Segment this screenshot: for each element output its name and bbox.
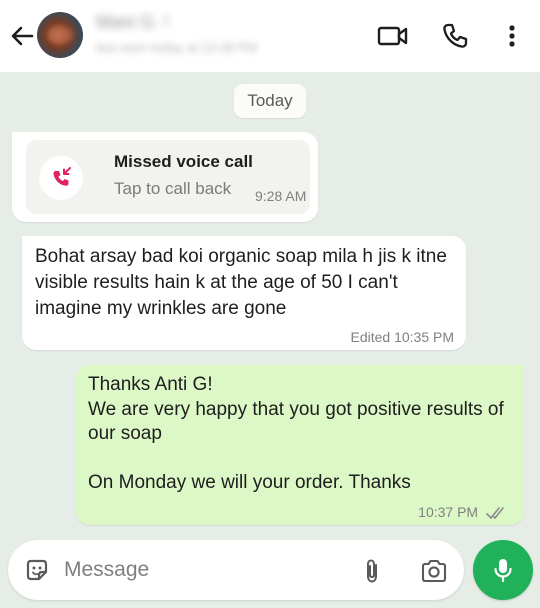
chat-header: Mani G. ! last seen today at 10:38 PM: [0, 0, 540, 72]
message-text: Bohat arsay bad koi organic soap mila h …: [35, 246, 447, 319]
message-input[interactable]: [64, 552, 344, 588]
message-timestamp: 9:28 AM: [255, 188, 307, 204]
message-composer: [8, 540, 464, 600]
attach-button[interactable]: [360, 557, 384, 585]
incoming-message[interactable]: Bohat arsay bad koi organic soap mila h …: [22, 236, 466, 350]
microphone-icon: [494, 559, 512, 583]
more-options-button[interactable]: [500, 22, 524, 50]
back-button[interactable]: [8, 22, 36, 50]
message-meta: 10:37 PM: [418, 504, 508, 520]
camera-button[interactable]: [420, 558, 448, 584]
contact-status: last seen today at 10:38 PM: [96, 40, 258, 55]
more-vertical-icon: [509, 25, 515, 47]
sticker-icon: [26, 559, 48, 581]
missed-call-subtitle[interactable]: Tap to call back: [114, 179, 231, 199]
outgoing-message[interactable]: Thanks Anti G! We are very happy that yo…: [76, 365, 524, 525]
arrow-left-icon: [11, 26, 34, 46]
voice-message-button[interactable]: [473, 540, 533, 600]
voice-call-button[interactable]: [440, 21, 470, 51]
avatar[interactable]: [37, 12, 83, 58]
paperclip-icon: [367, 559, 377, 583]
sticker-button[interactable]: [24, 557, 50, 583]
missed-call-icon: [53, 167, 71, 186]
video-call-button[interactable]: [376, 22, 410, 50]
missed-call-message[interactable]: Missed voice call Tap to call back 9:28 …: [12, 132, 318, 222]
video-call-icon: [377, 26, 408, 46]
message-line: Thanks Anti G!: [88, 374, 213, 395]
missed-call-card[interactable]: Missed voice call Tap to call back 9:28 …: [26, 140, 310, 214]
camera-icon: [421, 559, 447, 583]
message-line: We are very happy that you got positive …: [88, 398, 504, 445]
message-meta: Edited 10:35 PM: [350, 329, 454, 345]
double-check-icon: [486, 507, 504, 519]
missed-call-icon-circle: [39, 156, 83, 200]
message-timestamp: 10:37 PM: [418, 503, 479, 520]
message-line: On Monday we will your order. Thanks: [88, 471, 411, 493]
missed-call-title: Missed voice call: [114, 152, 253, 171]
date-separator: Today: [234, 84, 306, 118]
contact-name[interactable]: Mani G. !: [96, 12, 196, 32]
message-text: Thanks Anti G! We are very happy that yo…: [88, 373, 508, 495]
phone-icon: [443, 23, 468, 48]
